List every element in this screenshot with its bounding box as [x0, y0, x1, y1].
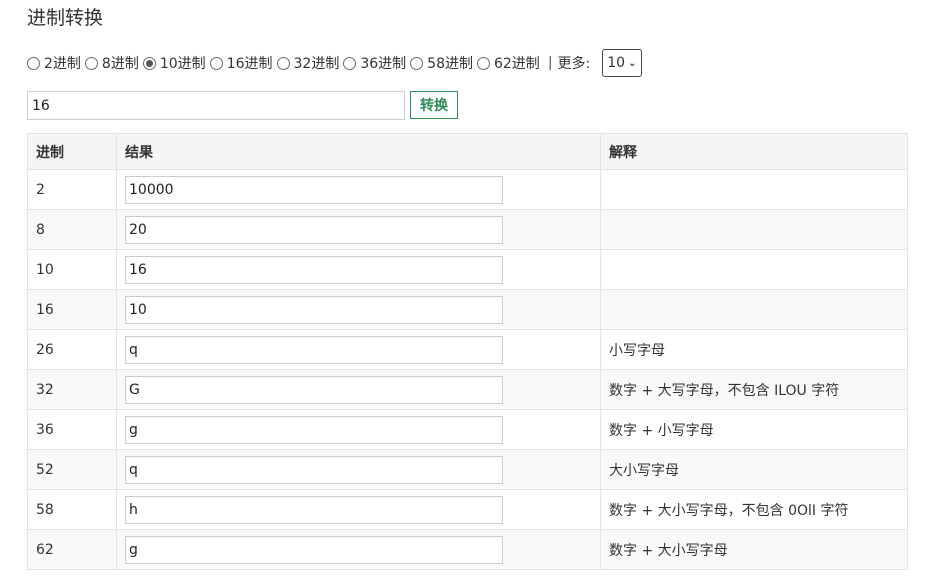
result-input[interactable] [125, 495, 503, 524]
cell-base: 26 [27, 329, 117, 370]
radio-label: 10进制 [159, 56, 206, 72]
table-row: 58 数字 + 大小写字母，不包含 0OlI 字符 [27, 489, 908, 530]
table-row: 26 小写字母 [27, 329, 908, 370]
radio-label: 36进制 [360, 56, 407, 72]
cell-base: 36 [27, 409, 117, 450]
header-result: 结果 [116, 133, 601, 170]
radio-label: 32进制 [293, 56, 340, 72]
cell-explanation: 大小写字母 [600, 449, 908, 490]
cell-base: 8 [27, 209, 117, 250]
radio-label: 2进制 [44, 56, 81, 72]
table-row: 62 数字 + 大小写字母 [27, 529, 908, 570]
radio-36[interactable]: 36进制 [343, 53, 406, 73]
cell-result [116, 249, 601, 290]
table-row: 2 [27, 169, 908, 210]
table-row: 32 数字 + 大写字母，不包含 ILOU 字符 [27, 369, 908, 410]
result-input[interactable] [125, 215, 503, 244]
cell-explanation: 数字 + 大小写字母，不包含 0OlI 字符 [600, 489, 908, 530]
cell-explanation [600, 169, 908, 210]
header-base: 进制 [27, 133, 117, 170]
table-row: 52 大小写字母 [27, 449, 908, 490]
result-input[interactable] [125, 335, 503, 364]
radio-label: 16进制 [226, 56, 273, 72]
radio-circle-icon[interactable] [27, 56, 40, 70]
radio-58[interactable]: 58进制 [410, 53, 473, 73]
radio-10[interactable]: 10进制 [142, 53, 206, 73]
table-row: 36 数字 + 小写字母 [27, 409, 908, 450]
table-header-row: 进制 结果 解释 [27, 133, 908, 170]
radio-8[interactable]: 8进制 [84, 53, 139, 73]
result-input[interactable] [125, 175, 503, 204]
page: 进制转换 2进制 8进制 10进制 16进制 32进制 36进制 58进制 62… [0, 0, 929, 584]
cell-base: 58 [27, 489, 117, 530]
cell-explanation: 数字 + 小写字母 [600, 409, 908, 450]
radio-checked-icon[interactable] [142, 56, 156, 70]
radio-32[interactable]: 32进制 [276, 53, 340, 73]
page-title: 进制转换 [27, 7, 104, 29]
cell-result [116, 449, 601, 490]
cell-result [116, 369, 601, 410]
select-value: 10 [607, 55, 626, 71]
radio-circle-icon[interactable] [84, 56, 98, 70]
result-input[interactable] [125, 375, 503, 404]
radio-circle-icon[interactable] [276, 56, 290, 70]
chevron-down-icon: ⌄ [628, 57, 637, 69]
radio-circle-icon[interactable] [476, 56, 490, 70]
number-input[interactable] [27, 91, 405, 120]
cell-base: 16 [27, 289, 117, 330]
result-input[interactable] [125, 415, 503, 444]
cell-base: 62 [27, 529, 117, 570]
cell-base: 52 [27, 449, 117, 490]
cell-result [116, 489, 601, 530]
radio-circle-icon[interactable] [209, 56, 223, 70]
radio-label: 8进制 [101, 56, 139, 72]
result-input[interactable] [125, 255, 503, 284]
radio-2[interactable]: 2进制 [27, 53, 81, 73]
cell-explanation: 数字 + 大写字母，不包含 ILOU 字符 [600, 369, 908, 410]
cell-result [116, 409, 601, 450]
header-explanation: 解释 [600, 133, 908, 170]
radio-62[interactable]: 62进制 [476, 53, 540, 73]
cell-result [116, 329, 601, 370]
convert-button[interactable]: 转换 [410, 91, 458, 119]
radio-circle-icon[interactable] [343, 56, 357, 70]
table-row: 8 [27, 209, 908, 250]
more-label: 更多: [557, 56, 591, 72]
cell-result [116, 289, 601, 330]
cell-result [116, 529, 601, 570]
radio-16[interactable]: 16进制 [209, 53, 273, 73]
cell-result [116, 209, 601, 250]
radio-label: 58进制 [427, 56, 473, 72]
result-input[interactable] [125, 295, 503, 324]
cell-explanation [600, 249, 908, 290]
result-input[interactable] [125, 535, 503, 564]
radio-circle-icon[interactable] [410, 56, 424, 70]
table-row: 10 [27, 249, 908, 290]
cell-base: 2 [27, 169, 117, 210]
separator: | [547, 55, 553, 71]
table-row: 16 [27, 289, 908, 330]
cell-base: 10 [27, 249, 117, 290]
more-radix-select[interactable]: 10 ⌄ [602, 49, 643, 77]
cell-explanation: 小写字母 [600, 329, 908, 370]
radio-label: 62进制 [493, 56, 540, 72]
cell-explanation: 数字 + 大小写字母 [600, 529, 908, 570]
result-table: 进制 结果 解释 2 8 10 16 [27, 133, 908, 570]
result-input[interactable] [125, 455, 503, 484]
radix-selector: 2进制 8进制 10进制 16进制 32进制 36进制 58进制 62进制 | … [27, 49, 643, 77]
cell-explanation [600, 209, 908, 250]
cell-explanation [600, 289, 908, 330]
cell-result [116, 169, 601, 210]
cell-base: 32 [27, 369, 117, 410]
